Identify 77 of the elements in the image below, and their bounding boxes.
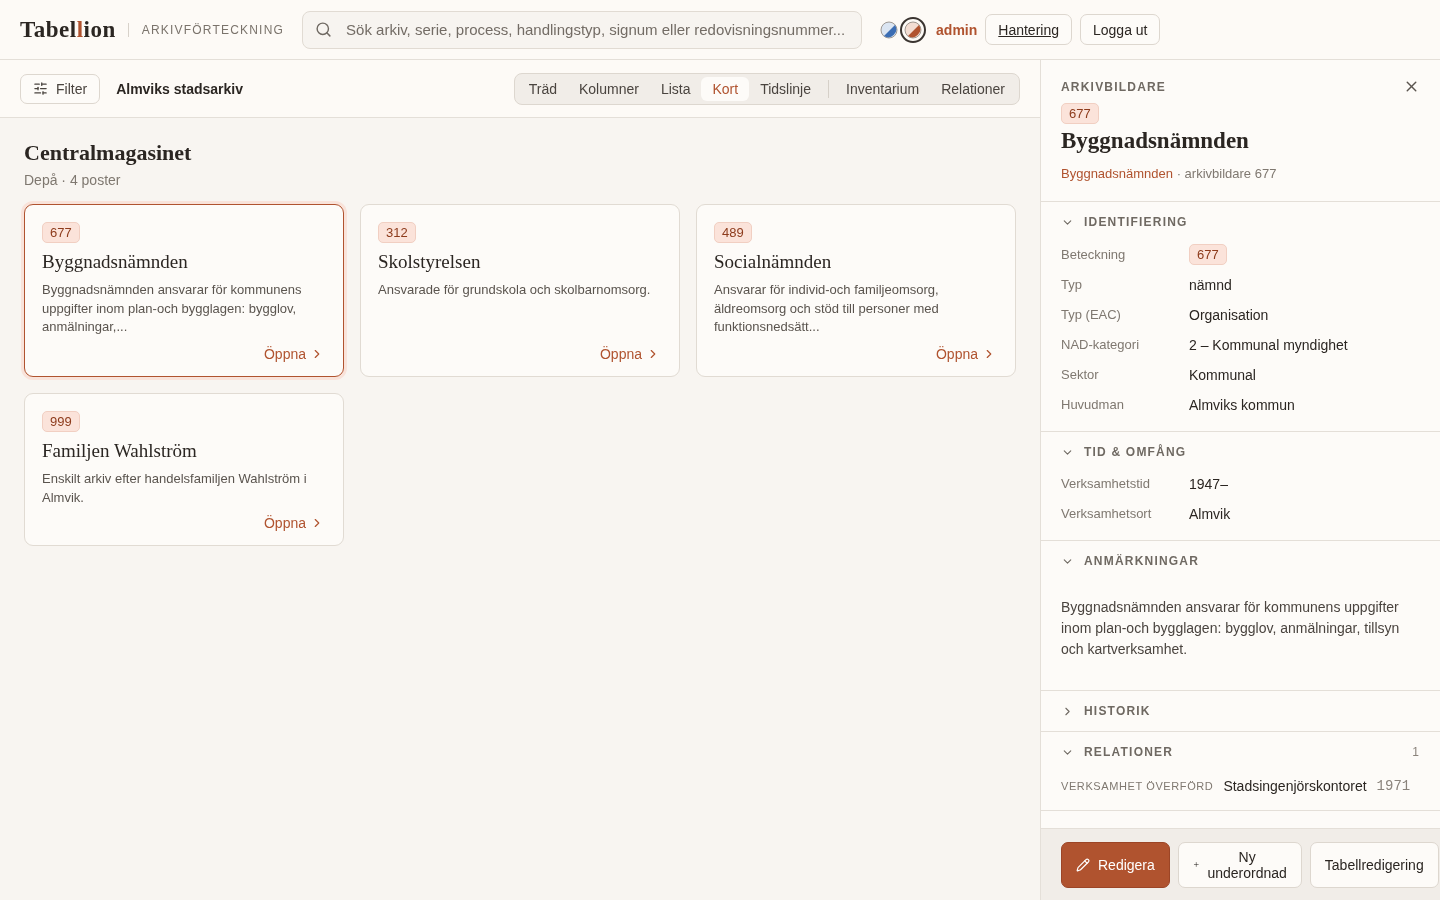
note-text: Byggnadsnämnden ansvarar för kommunens uppgifter inom plan-och bygglagen: bygglov, anmälningar, tillsyn och kartverksamhet. <box>1061 598 1401 659</box>
card-title: Familjen Wahlström <box>42 440 198 462</box>
relation-name: Stadsingenjörskontoret <box>1223 778 1367 794</box>
code-badge: 312 <box>378 222 416 243</box>
code-badge: 677 <box>1061 103 1099 124</box>
field-label: Typ (EAC) <box>1061 306 1121 324</box>
field-label: Typ <box>1061 276 1082 294</box>
open-link[interactable]: Öppna <box>263 515 324 531</box>
field-label: Verksamhetsort <box>1061 505 1152 523</box>
view-tab[interactable]: Kolumner <box>568 76 650 101</box>
app-subtitle: ARKIVFÖRTECKNING <box>127 22 285 37</box>
section-header[interactable]: TID & OMFÅNG <box>1061 444 1420 460</box>
field-label: Beteckning <box>1061 245 1126 264</box>
action-button[interactable]: Ny underordnad <box>1177 841 1302 888</box>
open-link[interactable]: Öppna <box>935 346 996 362</box>
field-value: nämnd <box>1189 276 1232 295</box>
card-title: Byggnadsnämnden <box>42 251 189 273</box>
search-field[interactable]: Sök arkiv, serie, process, handlingstyp, signum eller redovisningsnummer... <box>302 10 863 49</box>
code-badge: 489 <box>714 222 752 243</box>
open-link[interactable]: Öppna <box>263 346 324 362</box>
field-label: Verksamhetstid <box>1061 475 1150 493</box>
breadcrumb: Byggnadsnämnden · arkivbildare 677 <box>1061 166 1278 181</box>
field-label: NAD-kategori <box>1061 336 1140 354</box>
field-label: Sektor <box>1061 366 1099 384</box>
archive-name: Almviks stadsarkiv <box>116 80 243 97</box>
view-tab[interactable]: Tidslinje <box>749 76 822 101</box>
app-logo[interactable]: Tabellion <box>20 16 116 43</box>
relation-year: 1971 <box>1376 778 1411 794</box>
filter-button[interactable]: Filter <box>20 73 101 104</box>
field-value: 1947– <box>1189 475 1228 494</box>
action-button[interactable]: Redigera <box>1061 841 1170 888</box>
view-tab[interactable]: Lista <box>649 76 702 101</box>
archive-card[interactable]: 677 Byggnadsnämnden Byggnadsnämnden ansvarar för kommunens uppgifter inom plan-och bygglagen: bygglov, anmälningar,... Öppna <box>24 204 344 377</box>
field-value: Almvik <box>1189 505 1231 524</box>
code-badge: 677 <box>42 222 80 243</box>
section-header[interactable]: HISTORIK <box>1061 703 1420 719</box>
card-title: Skolstyrelsen <box>378 251 482 273</box>
archive-card[interactable]: 489 Socialnämnden Ansvarar för individ-och familjeomsorg, äldreomsorg och stöd till personer med funktionsnedsätt... Öppna <box>696 204 1016 377</box>
theme-toggle[interactable] <box>900 16 927 43</box>
code-badge: 999 <box>42 411 80 432</box>
card-description: Ansvarade för grundskola och skolbarnomsorg. <box>378 281 652 299</box>
field-label: Huvudman <box>1061 396 1124 414</box>
archive-card[interactable]: 999 Familjen Wahlström Enskilt arkiv efter handelsfamiljen Wahlström i Almvik. Öppna <box>24 393 344 546</box>
archive-card[interactable]: 312 Skolstyrelsen Ansvarade för grundskola och skolbarnomsorg. Öppna <box>360 204 680 377</box>
card-title: Socialnämnden <box>714 251 833 273</box>
sliders-icon <box>33 81 48 96</box>
relation-type: VERKSAMHET ÖVERFÖRD <box>1061 780 1214 792</box>
pencil-icon <box>1076 857 1090 872</box>
section-header[interactable]: ANMÄRKNINGAR <box>1061 553 1420 569</box>
open-link[interactable]: Öppna <box>599 346 660 362</box>
field-value: Organisation <box>1189 306 1269 325</box>
admin-link-button[interactable]: Hantering <box>985 14 1072 45</box>
card-description: Ansvarar för individ-och familjeomsorg, äldreomsorg och stöd till personer med funktionsnedsätt... <box>714 281 940 336</box>
search-input[interactable]: Sök arkiv, serie, process, handlingstyp, signum eller redovisningsnummer... <box>344 20 850 39</box>
view-tab[interactable]: Inventarium <box>835 76 931 101</box>
view-tab[interactable]: Relationer <box>930 76 1016 101</box>
view-tab[interactable]: Träd <box>517 76 568 101</box>
field-value: Almviks kommun <box>1189 396 1295 415</box>
breadcrumb-link[interactable]: Byggnadsnämnden <box>1061 166 1174 181</box>
code-badge: 677 <box>1189 244 1227 265</box>
depot-title: Centralmagasinet <box>24 140 193 166</box>
field-value: Kommunal <box>1189 366 1256 385</box>
relation-count: 1 <box>1412 745 1420 759</box>
panel-kicker: ARKIVBILDARE <box>1061 79 1167 94</box>
depot-meta: Depå · 4 poster <box>24 172 122 188</box>
user-name: admin <box>936 21 978 38</box>
logout-button[interactable]: Logga ut <box>1080 14 1161 45</box>
field-value: 2 – Kommunal myndighet <box>1189 336 1348 355</box>
action-button[interactable]: Tabellredigering <box>1309 841 1439 888</box>
section-header[interactable]: IDENTIFIERING <box>1061 214 1420 230</box>
card-description: Enskilt arkiv efter handelsfamiljen Wahlström i Almvik. <box>42 470 308 507</box>
theme-toggle[interactable] <box>880 20 899 39</box>
view-tab[interactable]: Kort <box>701 76 750 101</box>
panel-title: Byggnadsnämnden <box>1061 128 1250 154</box>
search-icon <box>315 21 333 38</box>
section-header[interactable]: RELATIONER 1 <box>1061 744 1420 760</box>
card-description: Byggnadsnämnden ansvarar för kommunens uppgifter inom plan-och bygglagen: bygglov, anmälningar,... <box>42 281 303 336</box>
